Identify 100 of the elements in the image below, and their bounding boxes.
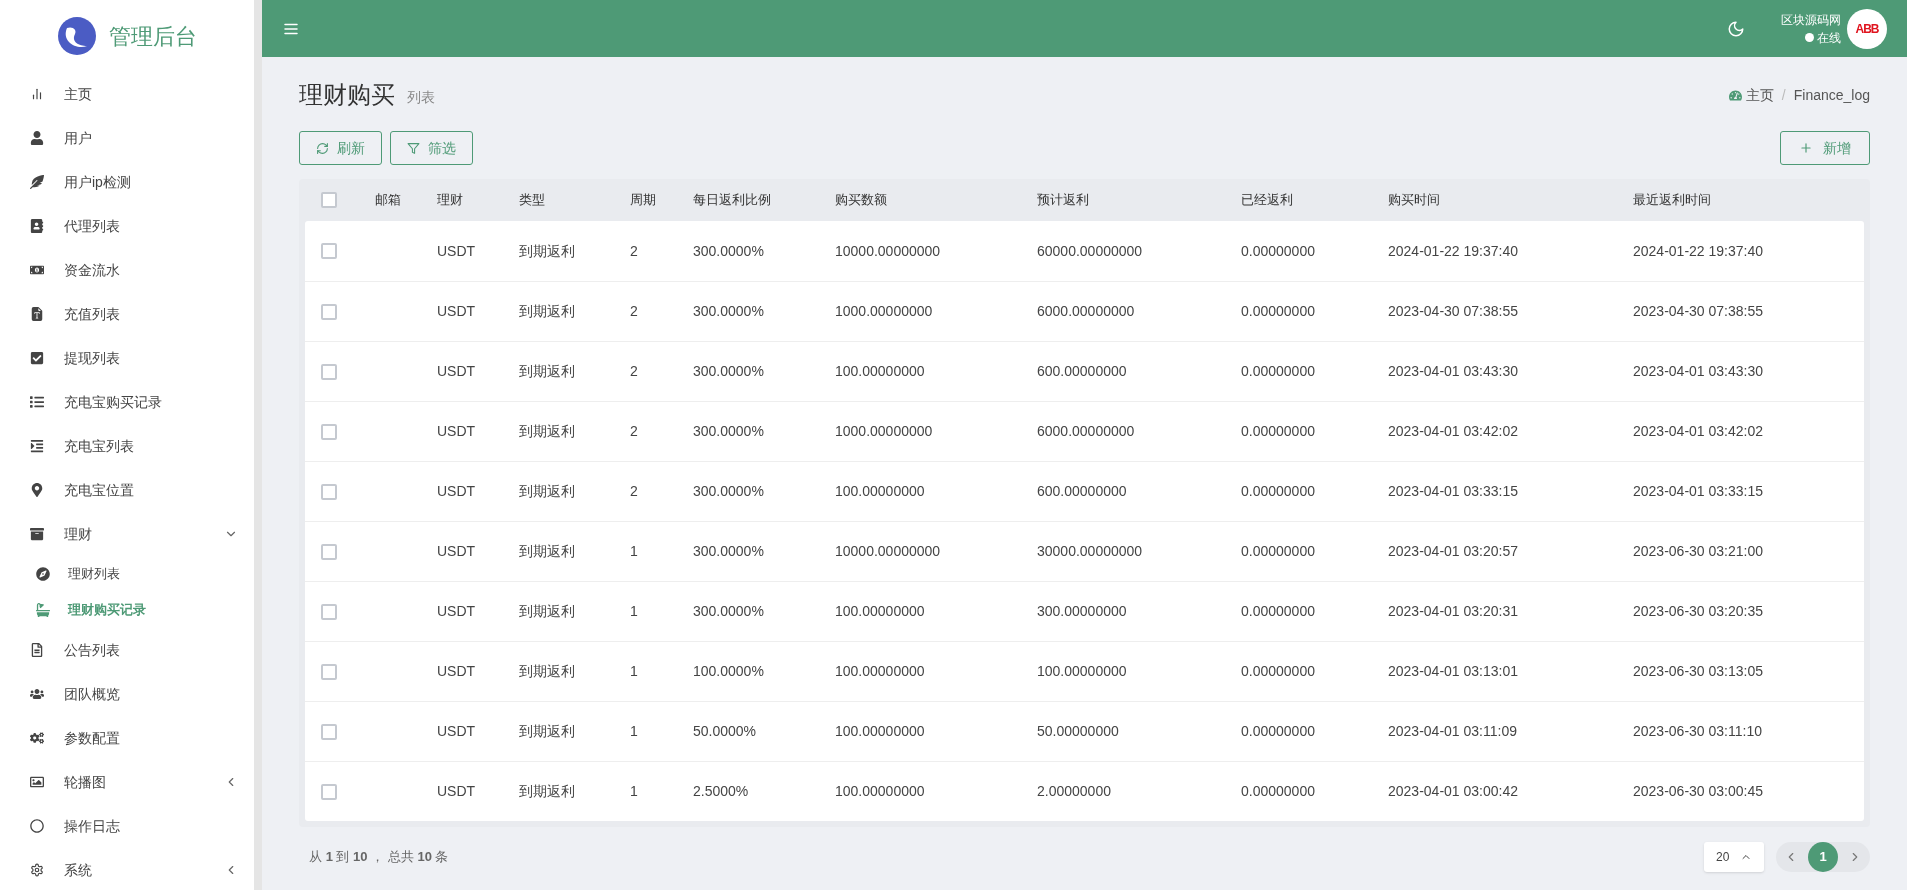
sidebar-item[interactable]: 公告列表 <box>0 628 254 672</box>
checkbox[interactable] <box>321 603 337 620</box>
sidebar-item[interactable]: 充电宝列表 <box>0 424 254 468</box>
sidebar-item[interactable]: 参数配置 <box>0 716 254 760</box>
column-header: 预计返利 <box>1037 192 1089 208</box>
table-cell: 1 <box>630 663 638 679</box>
table-cell: 2023-04-01 03:43:30 <box>1633 363 1763 379</box>
sidebar-item[interactable]: 团队概览 <box>0 672 254 716</box>
table-cell: 2023-04-01 03:42:02 <box>1388 423 1518 439</box>
banknote-icon <box>30 263 44 277</box>
table-cell: 300.0000% <box>693 483 764 499</box>
column-header: 理财 <box>437 192 463 208</box>
table-cell: 100.00000000 <box>835 783 925 799</box>
settings-icon <box>30 863 44 877</box>
table-cell: 0.00000000 <box>1241 603 1315 619</box>
table-cell: 100.00000000 <box>835 483 925 499</box>
table-cell: 0.00000000 <box>1241 303 1315 319</box>
table-cell: 6000.00000000 <box>1037 423 1135 439</box>
sidebar-item[interactable]: 系统 <box>0 848 254 890</box>
table-cell: 到期返利 <box>519 423 575 439</box>
breadcrumb-link[interactable]: Finance_log <box>1793 84 1870 106</box>
column-header: 最近返利时间 <box>1633 192 1711 208</box>
checkbox[interactable] <box>321 243 337 259</box>
table-cell: 50.00000000 <box>1037 723 1119 739</box>
breadcrumb-link[interactable]: 主页 <box>1745 84 1774 106</box>
table-cell: 2023-06-30 03:21:00 <box>1633 543 1763 559</box>
sidebar-item[interactable]: 操作日志 <box>0 804 254 848</box>
table-cell: USDT <box>437 723 476 739</box>
sidebar-item[interactable]: 主页 <box>0 72 254 116</box>
table-cell: 6000.00000000 <box>1037 303 1135 319</box>
table-cell: 600.00000000 <box>1037 363 1127 379</box>
checkbox-icon <box>30 351 44 365</box>
list-icon <box>30 395 44 409</box>
sidebar-item[interactable]: 充值列表 <box>0 292 254 336</box>
sidebar-item[interactable]: 理财 <box>0 512 254 556</box>
table-cell: 2 <box>630 363 638 379</box>
table-cell: 2023-06-30 03:00:45 <box>1633 783 1763 799</box>
checkbox[interactable] <box>321 723 337 740</box>
bar-chart-icon <box>30 87 44 101</box>
table-cell: 到期返利 <box>519 603 575 619</box>
sidebar-subitem[interactable]: 理财列表 <box>0 556 254 592</box>
table-cell: 60000.00000000 <box>1037 242 1143 259</box>
table-cell: 2023-04-01 03:33:15 <box>1388 483 1518 499</box>
table-cell: 0.00000000 <box>1241 723 1315 739</box>
sidebar-item[interactable]: 轮播图 <box>0 760 254 804</box>
breadcrumb-separator: / <box>1781 85 1786 105</box>
table-cell: 300.00000000 <box>1037 603 1127 619</box>
table-cell: 0.00000000 <box>1241 543 1315 559</box>
table-cell: 到期返利 <box>519 303 575 319</box>
checkbox[interactable] <box>321 303 337 320</box>
table-cell: 2023-04-01 03:33:15 <box>1633 483 1763 499</box>
table-cell: 2023-06-30 03:13:05 <box>1633 663 1763 679</box>
table-cell: 100.00000000 <box>835 363 925 379</box>
moon-icon[interactable] <box>1727 19 1745 38</box>
table-cell: 100.00000000 <box>1037 663 1127 679</box>
table-cell: 1000.00000000 <box>835 303 933 319</box>
checkbox[interactable] <box>321 543 337 560</box>
table-cell: 2023-04-01 03:42:02 <box>1633 423 1763 439</box>
sidebar-item[interactable]: 用户 <box>0 116 254 160</box>
checkbox[interactable] <box>321 483 337 500</box>
table-cell: 0.00000000 <box>1241 423 1315 439</box>
sidebar-item[interactable]: 用户ip检测 <box>0 160 254 204</box>
checkbox[interactable] <box>321 363 337 380</box>
table-cell: USDT <box>437 663 476 679</box>
gears-icon <box>30 731 44 745</box>
table-cell: 到期返利 <box>519 543 575 559</box>
table-cell: 2024-01-22 19:37:40 <box>1388 242 1518 259</box>
map-pin-icon <box>30 483 44 497</box>
pagination-summary: 从 1 到 10 ， 总共 10 条 <box>309 848 449 867</box>
checkbox[interactable] <box>321 663 337 680</box>
table-cell: 到期返利 <box>519 483 575 499</box>
table-cell: 300.0000% <box>693 242 764 259</box>
table-cell: 2023-06-30 03:11:10 <box>1633 723 1762 739</box>
user-avatar[interactable]: ABB <box>1847 8 1887 49</box>
table-cell: 到期返利 <box>519 783 575 799</box>
column-header: 购买数额 <box>835 192 887 208</box>
feather-icon <box>30 175 44 189</box>
table-cell: 600.00000000 <box>1037 483 1127 499</box>
table-cell: 50.0000% <box>693 723 757 739</box>
sidebar-item[interactable]: 资金流水 <box>0 248 254 292</box>
sidebar-item[interactable]: 提现列表 <box>0 336 254 380</box>
table-cell: 到期返利 <box>519 663 575 679</box>
sidebar-item[interactable]: 充电宝购买记录 <box>0 380 254 424</box>
checkbox[interactable] <box>321 423 337 440</box>
page-size-select[interactable]: 20 <box>1704 842 1764 872</box>
page-title: 理财购买 <box>299 80 395 110</box>
brand-title: 管理后台 <box>109 22 197 51</box>
table-cell: USDT <box>437 423 476 439</box>
table-cell: 到期返利 <box>519 723 575 739</box>
sidebar-item[interactable]: 充电宝位置 <box>0 468 254 512</box>
column-header: 邮箱 <box>375 192 401 208</box>
plus-icon <box>1799 141 1813 155</box>
checkbox[interactable] <box>321 192 337 208</box>
table-cell: 300.0000% <box>693 423 764 439</box>
table-cell: USDT <box>437 303 476 319</box>
checkbox[interactable] <box>321 783 337 800</box>
table-cell: 100.00000000 <box>835 723 925 739</box>
compass-icon <box>36 567 50 581</box>
table-cell: USDT <box>437 783 476 799</box>
sidebar-item[interactable]: 代理列表 <box>0 204 254 248</box>
